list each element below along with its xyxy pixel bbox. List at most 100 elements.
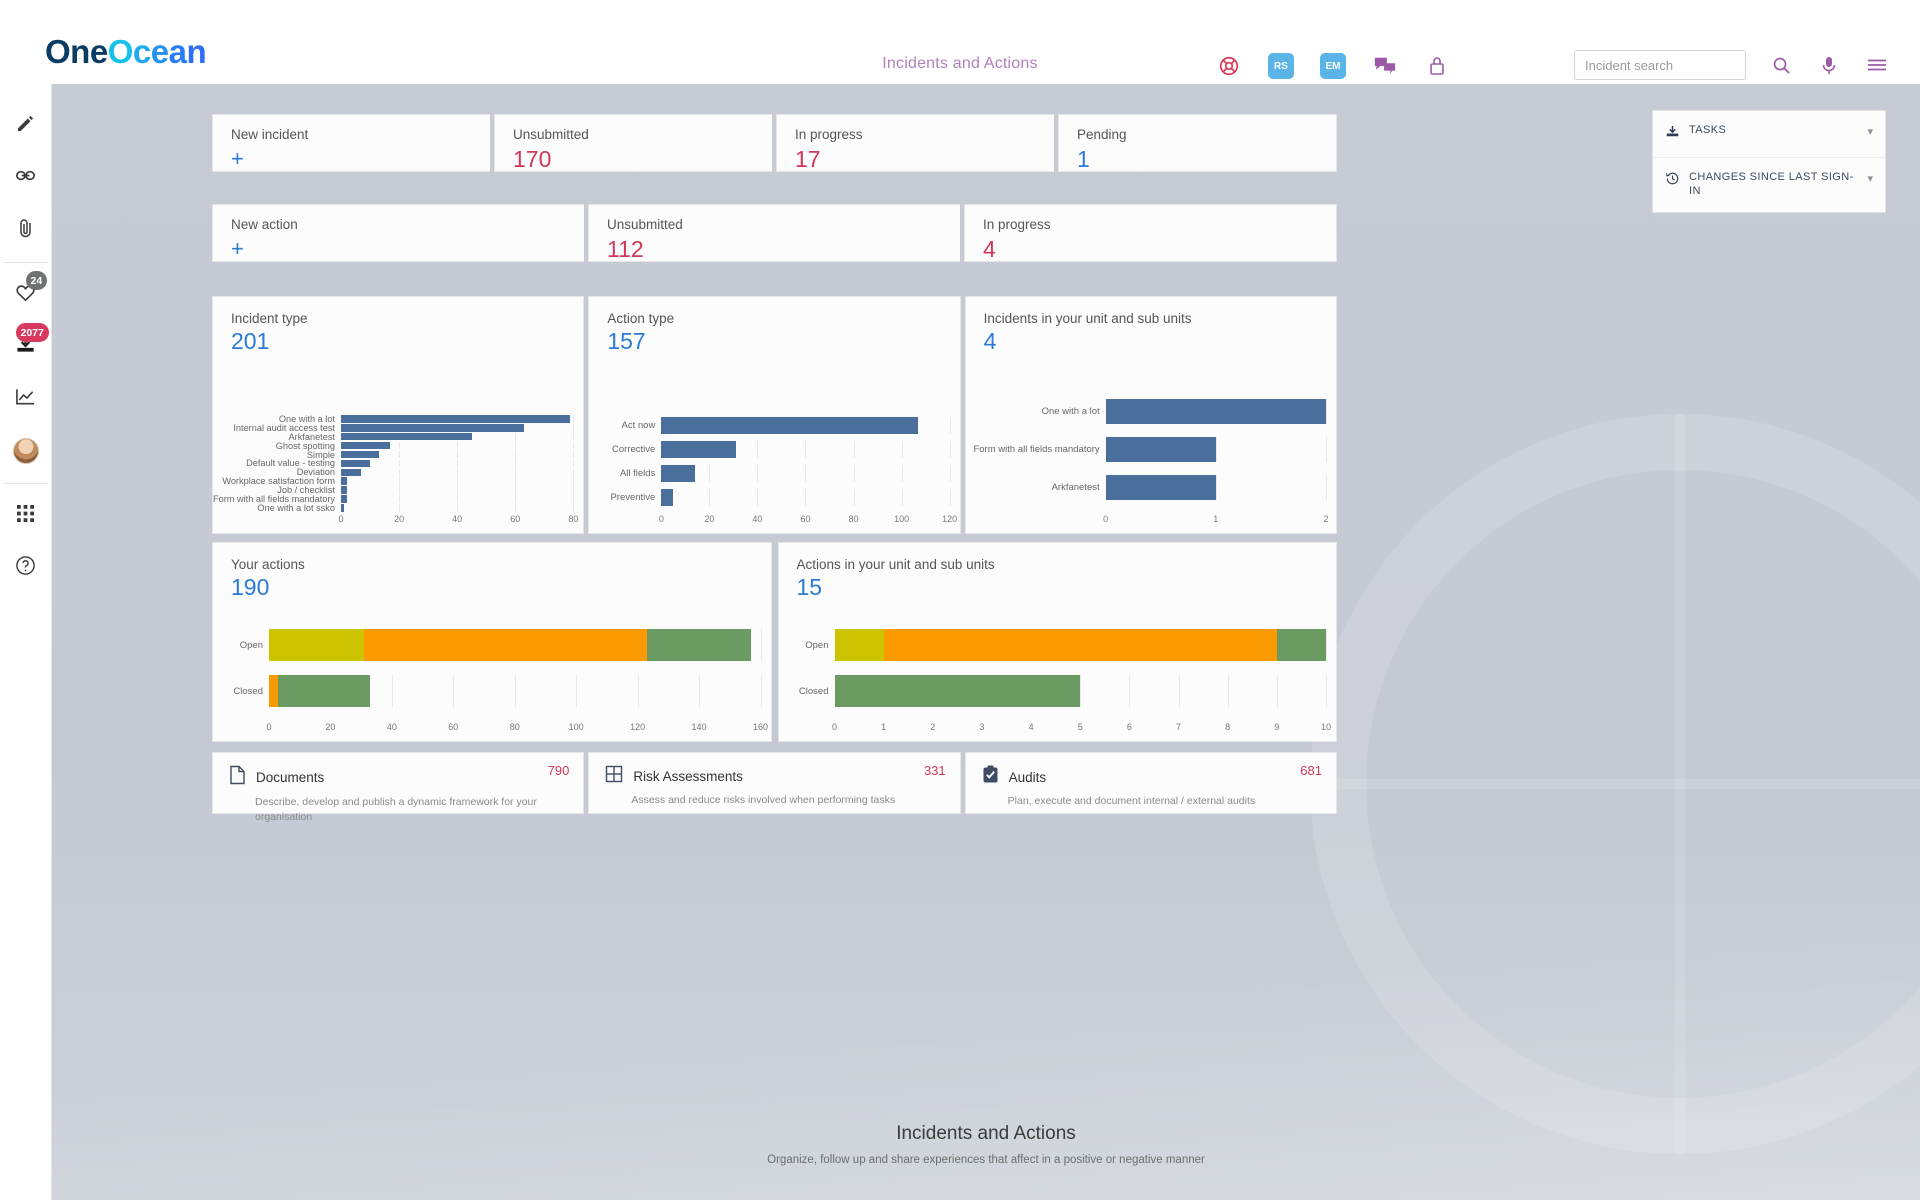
chart-axis-tick: 120 xyxy=(942,514,958,524)
chart-bar-fill xyxy=(341,477,347,485)
chart-gridline xyxy=(399,441,401,450)
chart-bar-track xyxy=(341,477,575,485)
chart-axis-ticks: 0 20 40 60 80 100 120 140 160 xyxy=(266,721,768,735)
chart-card-unit-incidents: Incidents in your unit and sub units 4 O… xyxy=(964,296,1337,534)
chat-icon[interactable] xyxy=(1372,53,1398,79)
chart-axis-tick: 0 xyxy=(658,514,664,524)
sidebar-item-apps[interactable] xyxy=(4,490,48,542)
chart-bar-row: One with a lot xyxy=(213,414,575,424)
chart-axis-tick: 0 xyxy=(831,722,838,732)
chart-bar-track xyxy=(1105,437,1327,462)
chart-gridline xyxy=(399,450,401,459)
chart-gridline xyxy=(457,459,459,468)
chart-bar-track xyxy=(341,486,575,494)
badge-rs[interactable]: RS xyxy=(1268,53,1294,79)
sidebar-item-profile[interactable] xyxy=(4,425,48,477)
chart-title: Your actions xyxy=(231,557,305,572)
chart-axis-tick: 7 xyxy=(1176,722,1182,732)
badge-em[interactable]: EM xyxy=(1320,53,1346,79)
lock-icon[interactable] xyxy=(1424,53,1450,79)
stat-card-incident-in-progress[interactable]: In progress 17 xyxy=(776,114,1054,172)
chart-axis-tick: 120 xyxy=(630,722,646,732)
chart-gridline xyxy=(573,415,575,423)
chart-axis-tick: 5 xyxy=(1077,722,1083,732)
chart-axis-tick: 40 xyxy=(752,514,763,524)
header-icon-group: RS EM xyxy=(1216,53,1450,79)
chart-gridline xyxy=(573,424,575,432)
chart-axis-tick: 1 xyxy=(1213,514,1219,524)
chart-bar-row: Default value - testing xyxy=(213,458,575,468)
left-sidebar: 24 2077 xyxy=(0,84,52,1200)
link-title: Audits xyxy=(1008,769,1047,785)
sidebar-item-help[interactable] xyxy=(4,542,48,594)
chart-axis-tick: 60 xyxy=(510,514,521,524)
chart-axis-tick: 3 xyxy=(979,722,985,732)
link-title: Documents xyxy=(256,770,325,785)
avatar xyxy=(12,438,39,464)
stat-value: 112 xyxy=(607,236,644,262)
stat-card-action-in-progress[interactable]: In progress 4 xyxy=(964,204,1337,262)
stat-card-incident-unsubmitted[interactable]: Unsubmitted 170 xyxy=(494,114,772,172)
chevron-down-icon[interactable]: ▾ xyxy=(1867,172,1873,185)
link-cards-row: Documents Describe, develop and publish … xyxy=(212,752,1337,823)
chart-bar-row: Closed xyxy=(213,675,762,707)
sidebar-item-analytics[interactable] xyxy=(4,373,48,425)
chart-bar-row: Deviation xyxy=(213,467,575,477)
chart-bar-track xyxy=(341,495,575,503)
chart-gridline xyxy=(1325,475,1327,500)
chart-title: Action type xyxy=(607,311,675,326)
incident-stats-row: New incident + Unsubmitted 170 In progre… xyxy=(212,114,1337,172)
stat-card-action-unsubmitted[interactable]: Unsubmitted 112 xyxy=(588,204,960,262)
chart-bar-row: Job / checklist xyxy=(213,485,575,495)
search-icon[interactable] xyxy=(1768,52,1794,78)
link-card-documents[interactable]: Documents Describe, develop and publish … xyxy=(212,752,585,823)
chart-bar-fill xyxy=(341,504,344,512)
chart-bar-track xyxy=(661,417,951,434)
add-incident-plus[interactable]: + xyxy=(231,148,472,170)
chart-bar-fill xyxy=(341,495,347,503)
link-card-risk-assessments[interactable]: Risk Assessments Assess and reduce risks… xyxy=(588,752,961,814)
chart-category-label: Closed xyxy=(798,685,829,697)
menu-icon[interactable] xyxy=(1864,52,1890,78)
chart-gridline xyxy=(1215,437,1217,462)
sidebar-item-link[interactable] xyxy=(4,152,48,204)
chart-gridline xyxy=(760,629,762,661)
chart-bar-fill xyxy=(1105,437,1216,462)
chart-gridline xyxy=(1215,475,1217,500)
tasks-panel-item-tasks[interactable]: TASKS ▾ xyxy=(1653,111,1885,157)
chart-axis-tick: 160 xyxy=(752,722,769,732)
tasks-panel-item-changes[interactable]: CHANGES SINCE LAST SIGN-IN ▾ xyxy=(1653,157,1885,212)
add-action-plus[interactable]: + xyxy=(231,238,566,260)
link-description: Describe, develop and publish a dynamic … xyxy=(255,796,537,824)
chart-axis-tick: 8 xyxy=(1225,722,1231,732)
chart-axis-tick: 20 xyxy=(704,514,715,524)
chart-bar-fill xyxy=(341,450,379,459)
sidebar-item-favorites[interactable]: 24 xyxy=(4,269,48,321)
sidebar-item-inbox[interactable]: 2077 xyxy=(4,321,49,373)
chart-axis-tick: 20 xyxy=(394,514,405,524)
chart-gridline xyxy=(457,450,459,459)
chart-gridline xyxy=(573,450,575,459)
chart-bar-segment xyxy=(269,675,279,707)
sidebar-item-pencil[interactable] xyxy=(4,100,48,152)
stat-label: Unsubmitted xyxy=(513,127,589,142)
chevron-down-icon[interactable]: ▾ xyxy=(1867,125,1873,138)
stat-card-new-action[interactable]: New action + xyxy=(212,204,584,262)
chart-category-label: Corrective xyxy=(612,444,656,455)
chart-gridline xyxy=(573,495,575,503)
chart-bar-fill xyxy=(1105,475,1216,500)
stat-value: 4 xyxy=(983,236,996,262)
stat-label: Pending xyxy=(1077,127,1127,142)
chart-gridline xyxy=(709,489,711,506)
chart-bar-segment xyxy=(278,675,371,707)
link-card-audits[interactable]: Audits Plan, execute and document intern… xyxy=(964,752,1337,814)
microphone-icon[interactable] xyxy=(1816,52,1842,78)
lifebuoy-icon[interactable] xyxy=(1216,53,1242,79)
search-input[interactable] xyxy=(1574,50,1746,80)
help-circle-icon xyxy=(15,555,36,581)
stat-card-new-incident[interactable]: New incident + xyxy=(212,114,490,172)
stat-card-incident-pending[interactable]: Pending 1 xyxy=(1058,114,1337,172)
chart-bar-fill xyxy=(341,486,347,494)
paperclip-icon xyxy=(17,218,35,243)
sidebar-item-attachment[interactable] xyxy=(4,204,48,256)
